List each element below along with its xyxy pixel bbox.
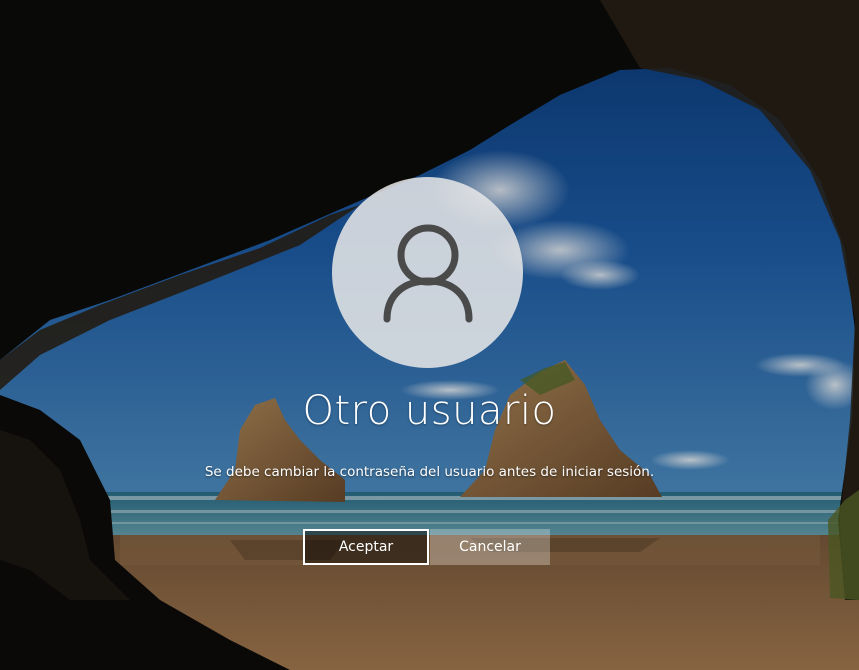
lock-screen: Otro usuario Se debe cambiar la contrase…	[0, 0, 859, 670]
user-icon	[382, 223, 474, 323]
user-avatar	[332, 177, 523, 368]
accept-button[interactable]: Aceptar	[303, 529, 429, 565]
user-name-heading: Otro usuario	[302, 388, 557, 434]
password-change-message: Se debe cambiar la contraseña del usuari…	[204, 464, 655, 480]
cancel-button[interactable]: Cancelar	[430, 529, 550, 565]
